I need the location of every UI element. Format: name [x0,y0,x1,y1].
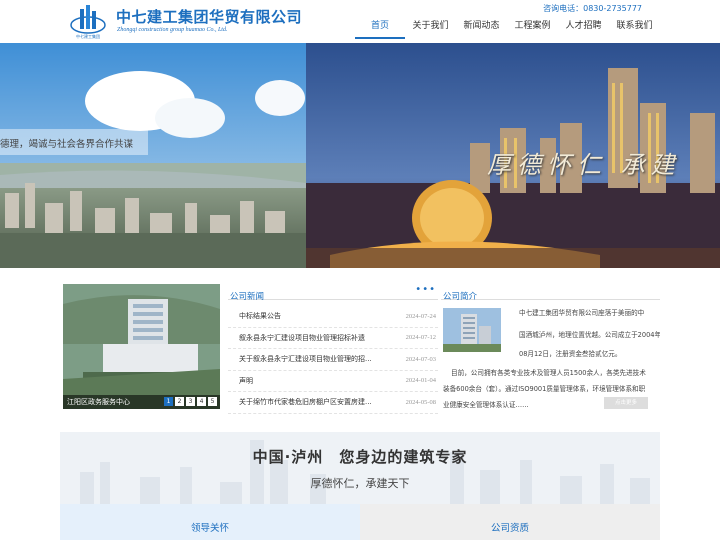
pager-dot-4[interactable]: 4 [197,397,206,406]
company-name: 中七建工集团华贸有限公司 [116,8,303,26]
hero-banner[interactable]: 德理，竭诚与社会各界合作共谋 厚德怀仁 承建 [0,43,720,268]
bottom-tabs: 领导关怀 公司资质 [60,504,660,540]
project-slideshow[interactable]: 江阳区政务服务中心 1 2 3 4 5 [63,284,220,409]
logo-text: 中七建工集团 [76,33,100,39]
news-header: 公司新闻 ••• [228,284,438,302]
tab-qualifications[interactable]: 公司资质 [360,504,660,540]
news-title: 公司新闻 [230,292,265,302]
banner-caption: 德理，竭诚与社会各界合作共谋 [0,129,148,155]
about-text: 中七建工集团华贸有限公司座落于美丽的中 国酒城泸州，地理位置优越。公司成立于20… [441,308,660,411]
pager-dot-3[interactable]: 3 [186,397,195,406]
company-logo-icon[interactable]: 中七建工集团 [70,3,106,39]
news-item-title[interactable]: 叙永县永宁汇建设项目物业管理招标补遗 [239,333,387,343]
news-item-date: 2024-07-03 [405,355,436,363]
news-item-title[interactable]: 关于绵竹市代家巷危旧房棚户区安置房建... [239,397,387,407]
pager-dot-1[interactable]: 1 [164,397,173,406]
news-item-date: 2024-07-24 [405,312,436,320]
about-line: 08月12日，注册资金叁拾贰亿元。 [519,350,622,358]
news-item-title[interactable]: 中标结果公告 [239,311,387,321]
nav-news[interactable]: 新闻动态 [456,12,507,39]
pager-dot-2[interactable]: 2 [175,397,184,406]
nav-careers[interactable]: 人才招聘 [558,12,609,39]
nav-about[interactable]: 关于我们 [405,12,456,39]
about-panel: 公司简介 中七建工集团华贸有限公司座落于美丽的中 国酒城泸州，地理位置优越。公司… [441,284,660,412]
about-line: 国酒城泸州，地理位置优越。公司成立于2004年 [519,331,660,339]
news-item[interactable]: 关于叙永县永宁汇建设项目物业管理的招... 2024-07-03 [228,349,438,371]
news-item-date: 2024-07-12 [405,334,436,342]
slogan-main: 中国·泸州 您身边的建筑专家 [252,448,468,466]
slogan-sub: 厚德怀仁，承建天下 [310,477,410,490]
news-item-date: 2024-05-08 [405,398,436,406]
news-list: 中标结果公告 2024-07-24 叙永县永宁汇建设项目物业管理招标补遗 202… [228,306,438,414]
about-title: 公司简介 [443,292,478,302]
content-row: 江阳区政务服务中心 1 2 3 4 5 公司新闻 ••• 中标结果公告 2024… [63,284,660,414]
tab-leadership[interactable]: 领导关怀 [60,504,360,540]
banner-slogan: 厚德怀仁 承建 [487,151,681,179]
nav-cases[interactable]: 工程案例 [507,12,558,39]
slogan-band: 中国·泸州 您身边的建筑专家 厚德怀仁，承建天下 [60,432,660,504]
news-item[interactable]: 中标结果公告 2024-07-24 [228,306,438,328]
skyline-background [80,440,650,504]
news-panel: 公司新闻 ••• 中标结果公告 2024-07-24 叙永县永宁汇建设项目物业管… [228,284,438,414]
news-item-title[interactable]: 声明 [239,376,387,386]
nav-home[interactable]: 首页 [355,12,405,39]
project-image [63,284,220,409]
news-item[interactable]: 叙永县永宁汇建设项目物业管理招标补遗 2024-07-12 [228,328,438,349]
nav-contact[interactable]: 联系我们 [609,12,660,39]
about-more-button[interactable]: 点击更多 [604,397,648,409]
news-item[interactable]: 声明 2024-01-04 [228,371,438,392]
news-item-title[interactable]: 关于叙永县永宁汇建设项目物业管理的招... [239,354,387,364]
news-more-icon[interactable]: ••• [415,284,436,295]
news-item[interactable]: 关于绵竹市代家巷危旧房棚户区安置房建... 2024-05-08 [228,392,438,414]
about-line: 目前，公司拥有各类专业技术及管理人员1500余人，各类先进技术 [451,369,646,377]
main-nav: 首页 关于我们 新闻动态 工程案例 人才招聘 联系我们 [355,12,660,39]
about-header: 公司简介 [441,284,660,302]
pager-dot-5[interactable]: 5 [208,397,217,406]
company-name-en: Zhongqi construction group huamao Co., L… [117,27,228,33]
site-header: 中七建工集团 中七建工集团华贸有限公司 Zhongqi construction… [0,0,720,43]
news-item-date: 2024-01-04 [405,377,436,385]
about-line: 中七建工集团华贸有限公司座落于美丽的中 [519,309,645,317]
slideshow-pager: 1 2 3 4 5 [164,397,217,406]
about-line: 装备600余台（套）。通过ISO9001质量管理体系，环境管理体系和职 [443,385,646,393]
